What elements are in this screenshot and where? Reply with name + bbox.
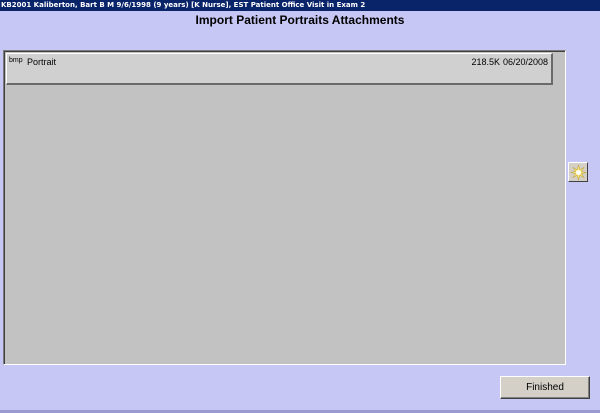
file-name: Portrait xyxy=(27,57,57,67)
file-date: 06/20/2008 xyxy=(502,57,548,67)
attachment-row[interactable]: bmp Portrait 218.5K 06/20/2008 xyxy=(6,53,553,85)
file-size: 218.5K xyxy=(471,57,500,67)
page-title: Import Patient Portraits Attachments xyxy=(195,13,405,27)
finished-button[interactable]: Finished xyxy=(500,376,590,399)
file-type-label: bmp xyxy=(9,57,23,64)
window-title-bar: KB2001 Kaliberton, Bart B M 9/6/1998 (9 … xyxy=(0,0,600,11)
attachments-list: bmp Portrait 218.5K 06/20/2008 xyxy=(3,50,566,365)
starburst-icon xyxy=(570,164,586,180)
window-title: KB2001 Kaliberton, Bart B M 9/6/1998 (9 … xyxy=(1,1,366,9)
add-attachment-button[interactable] xyxy=(568,162,588,182)
